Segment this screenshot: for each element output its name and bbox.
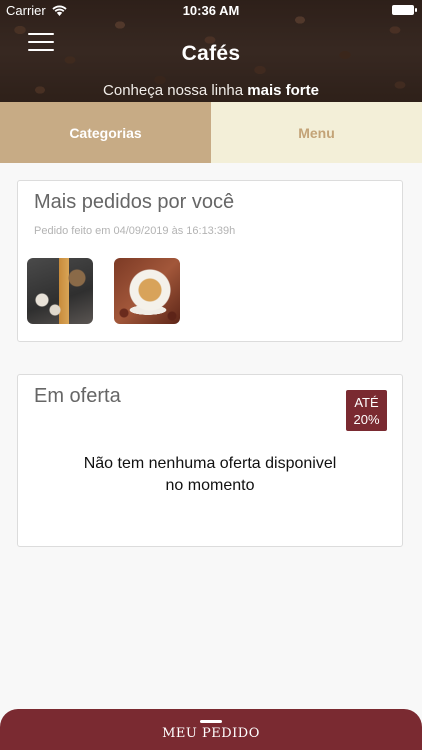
drag-handle-icon[interactable]	[200, 720, 222, 723]
discount-badge: ATÉ 20%	[346, 390, 387, 431]
recent-order-timestamp: Pedido feito em 04/09/2019 às 16:13:39h	[34, 225, 236, 237]
offers-title: Em oferta	[34, 385, 121, 407]
status-time: 10:36 AM	[182, 3, 240, 18]
badge-line-1: ATÉ	[354, 394, 379, 410]
my-order-button[interactable]: MEU PEDIDO	[0, 709, 422, 750]
badge-line-2: 20%	[353, 411, 380, 427]
page-title: Cafés	[181, 42, 241, 65]
status-bar: Carrier 10:36 AM	[0, 0, 422, 20]
tab-menu[interactable]: Menu	[211, 102, 422, 163]
page-subtitle: Conheça nossa linha mais forte	[0, 82, 422, 99]
tab-categorias[interactable]: Categorias	[0, 102, 211, 163]
subtitle-highlight: mais forte	[247, 82, 319, 99]
tab-bar: Categorias Menu	[0, 102, 422, 163]
subtitle-text: Conheça nossa linha	[103, 82, 248, 99]
offers-card: Em oferta ATÉ 20% Não tem nenhuma oferta…	[17, 374, 403, 547]
recent-orders-title: Mais pedidos por você	[34, 191, 235, 213]
no-offers-line-1: Não tem nenhuma oferta disponivel	[83, 455, 337, 472]
coffee-cup-product-image[interactable]	[114, 258, 180, 324]
battery-icon	[392, 5, 417, 15]
recent-orders-card: Mais pedidos por você Pedido feito em 04…	[17, 180, 403, 342]
no-offers-line-2: no momento	[165, 477, 255, 494]
coffee-pot-product-image[interactable]	[27, 258, 93, 324]
no-offers-message: Não tem nenhuma oferta disponivel no mom…	[18, 453, 402, 497]
my-order-label: MEU PEDIDO	[162, 726, 260, 741]
menu-line-icon	[28, 33, 54, 35]
